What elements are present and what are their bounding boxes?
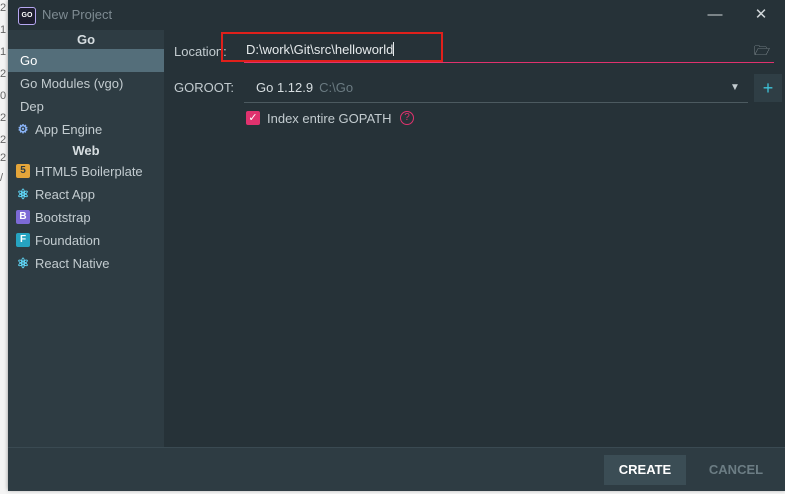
sidebar-item-label: Go Modules (vgo) — [20, 76, 124, 91]
sidebar-item-label: Dep — [20, 99, 44, 114]
help-icon[interactable]: ? — [400, 111, 414, 125]
index-gopath-label: Index entire GOPATH — [267, 111, 392, 126]
sidebar-item-react-app[interactable]: ⚛ React App — [8, 183, 164, 206]
background-page: 2 1 1 2 0 2 2 2 / — [0, 0, 8, 494]
bg-digit: / — [0, 172, 4, 184]
sidebar-item-label: Bootstrap — [35, 210, 91, 225]
react-icon: ⚛ — [16, 186, 30, 202]
dropdown-caret-icon: ▼ — [730, 82, 740, 93]
title-bar[interactable]: GO New Project — ✕ — [8, 0, 785, 30]
sidebar-item-app-engine[interactable]: ⚙ App Engine — [8, 118, 164, 141]
sidebar-item-dep[interactable]: Dep — [8, 95, 164, 118]
annotation-highlight-box — [221, 32, 443, 62]
sidebar-item-label: Foundation — [35, 233, 101, 248]
sidebar-item-label: React App — [35, 187, 95, 202]
new-project-dialog: GO New Project — ✕ Go Go Go Modules (vgo… — [8, 0, 785, 491]
bg-digit: 2 — [0, 152, 7, 164]
bg-digit: 0 — [0, 90, 7, 102]
goroot-value: Go 1.12.9 C:\Go — [256, 80, 353, 95]
dialog-footer: CREATE CANCEL — [8, 447, 785, 491]
goland-app-icon: GO — [18, 7, 36, 25]
cancel-button[interactable]: CANCEL — [696, 455, 776, 485]
group-header-web: Web — [72, 143, 100, 158]
group-header-go: Go — [76, 32, 96, 47]
goroot-label: GOROOT: — [174, 80, 234, 95]
sidebar-item-bootstrap[interactable]: B Bootstrap — [8, 206, 164, 229]
sidebar-item-label: Go — [20, 53, 38, 68]
goroot-select[interactable]: Go 1.12.9 C:\Go ▼ — [244, 74, 748, 103]
settings-panel: Location: D:\work\Git\src\helloworld 🗁 G… — [164, 30, 785, 447]
window-title: New Project — [42, 7, 113, 22]
sidebar-item-go-modules[interactable]: Go Modules (vgo) — [8, 72, 164, 95]
foundation-icon: F — [16, 233, 30, 247]
sidebar-item-foundation[interactable]: F Foundation — [8, 229, 164, 252]
sidebar-item-label: React Native — [35, 256, 110, 271]
minimize-button[interactable]: — — [704, 4, 726, 26]
bootstrap-icon: B — [16, 210, 30, 224]
goroot-version: Go 1.12.9 — [256, 80, 314, 95]
sidebar-item-label: HTML5 Boilerplate — [35, 164, 143, 179]
sidebar-item-html5-boilerplate[interactable]: 5 HTML5 Boilerplate — [8, 160, 164, 183]
bg-digit: 2 — [0, 68, 7, 80]
add-sdk-button[interactable]: + — [754, 74, 782, 102]
sidebar-item-react-native[interactable]: ⚛ React Native — [8, 252, 164, 275]
folder-browse-icon[interactable]: 🗁 — [754, 42, 770, 58]
bg-digit: 2 — [0, 2, 7, 14]
sidebar-item-label: App Engine — [35, 122, 103, 137]
location-label: Location: — [174, 44, 227, 59]
app-engine-icon: ⚙ — [17, 122, 29, 136]
bg-digit: 2 — [0, 134, 7, 146]
close-button[interactable]: ✕ — [750, 4, 772, 26]
create-button[interactable]: CREATE — [604, 455, 686, 485]
bg-digit: 1 — [0, 46, 7, 58]
sidebar-item-go[interactable]: Go — [8, 49, 164, 72]
bg-digit: 2 — [0, 112, 7, 124]
react-icon: ⚛ — [16, 255, 30, 271]
index-gopath-checkbox[interactable]: ✓ — [246, 111, 260, 125]
html5-icon: 5 — [16, 164, 30, 178]
bg-digit: 1 — [0, 24, 7, 36]
goroot-path: C:\Go — [319, 80, 354, 95]
project-type-sidebar: Go Go Go Modules (vgo) Dep ⚙ App Engine … — [8, 30, 164, 447]
